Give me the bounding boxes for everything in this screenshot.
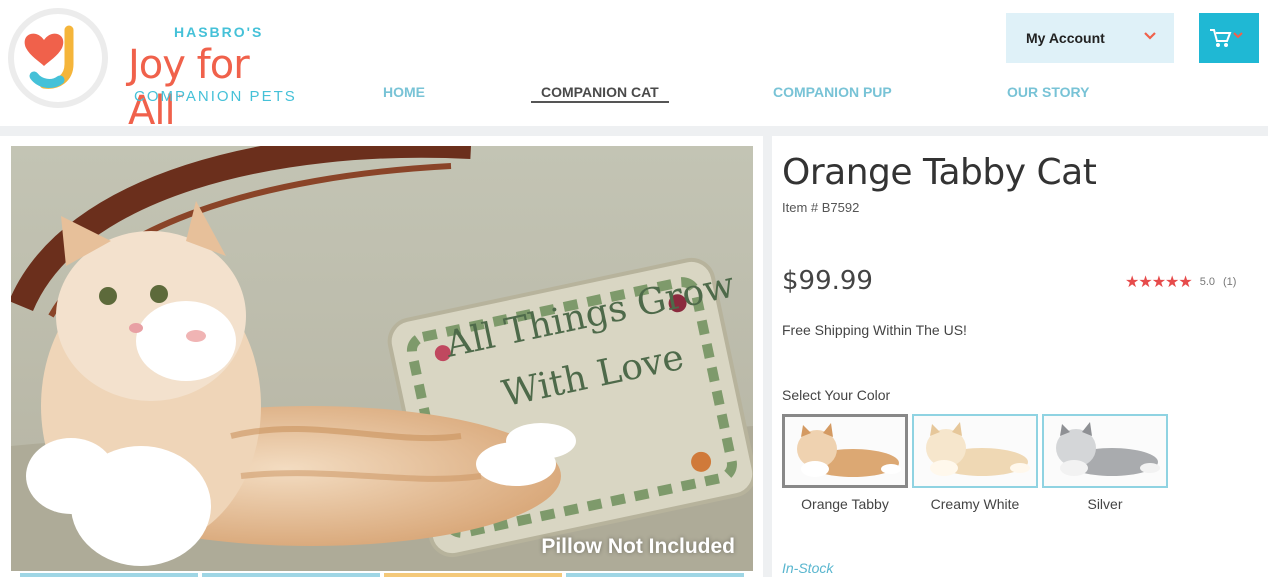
brand-kicker: HASBRO'S <box>174 24 264 40</box>
thumbnail-1[interactable] <box>20 573 198 577</box>
site-header: HASBRO'S Joy for All™ COMPANION PETS HOM… <box>0 0 1268 134</box>
color-select-label: Select Your Color <box>782 387 891 403</box>
thumbnail-3[interactable] <box>384 573 562 577</box>
product-rating[interactable]: ★★★★★ 5.0 (1) <box>1125 272 1236 292</box>
cat-photo-illustration: All Things Grow With Love <box>11 146 753 571</box>
swatch-label-silver: Silver <box>1087 496 1123 512</box>
product-title: Orange Tabby Cat <box>782 152 1097 193</box>
nav-home[interactable]: HOME <box>383 84 425 100</box>
nav-our-story[interactable]: OUR STORY <box>1007 84 1089 100</box>
my-account-button[interactable]: My Account <box>1006 13 1174 63</box>
swatch-orange-tabby[interactable] <box>782 414 908 488</box>
rating-stars: ★★★★★ <box>1125 274 1193 291</box>
product-detail-panel: Orange Tabby Cat Item # B7592 $99.99 ★★★… <box>772 136 1268 577</box>
item-number: Item # B7592 <box>782 200 860 215</box>
shipping-note: Free Shipping Within The US! <box>782 322 967 338</box>
heart-smile-icon <box>24 25 74 89</box>
chevron-down-icon <box>1144 32 1156 40</box>
swatch-label-creamy-white: Creamy White <box>930 496 1020 512</box>
my-account-label: My Account <box>1026 30 1105 46</box>
swatch-silver[interactable] <box>1042 414 1168 488</box>
orange-tabby-thumbnail <box>797 423 901 477</box>
cart-icon <box>1210 29 1243 47</box>
product-price: $99.99 <box>782 266 873 296</box>
brand-subtitle: COMPANION PETS <box>134 88 297 105</box>
product-image-panel: All Things Grow With Love Pillow Not Inc… <box>0 136 763 577</box>
silver-thumbnail <box>1056 422 1160 476</box>
photo-caption: Pillow Not Included <box>541 535 735 558</box>
nav-companion-cat[interactable]: COMPANION CAT <box>531 84 669 103</box>
review-count[interactable]: (1) <box>1223 276 1236 288</box>
creamy-white-thumbnail <box>926 422 1030 476</box>
thumbnail-2[interactable] <box>202 573 380 577</box>
nav-companion-pup[interactable]: COMPANION PUP <box>773 84 892 100</box>
rating-value: 5.0 <box>1199 276 1216 288</box>
stock-status: In-Stock <box>782 560 834 576</box>
cart-button[interactable] <box>1199 13 1259 63</box>
brand-logo[interactable]: HASBRO'S Joy for All™ COMPANION PETS <box>8 8 308 134</box>
logo-badge <box>8 8 108 108</box>
swatch-creamy-white[interactable] <box>912 414 1038 488</box>
thumbnail-4[interactable] <box>566 573 744 577</box>
swatch-label-orange-tabby: Orange Tabby <box>801 496 889 512</box>
product-photo[interactable]: All Things Grow With Love Pillow Not Inc… <box>11 146 753 571</box>
